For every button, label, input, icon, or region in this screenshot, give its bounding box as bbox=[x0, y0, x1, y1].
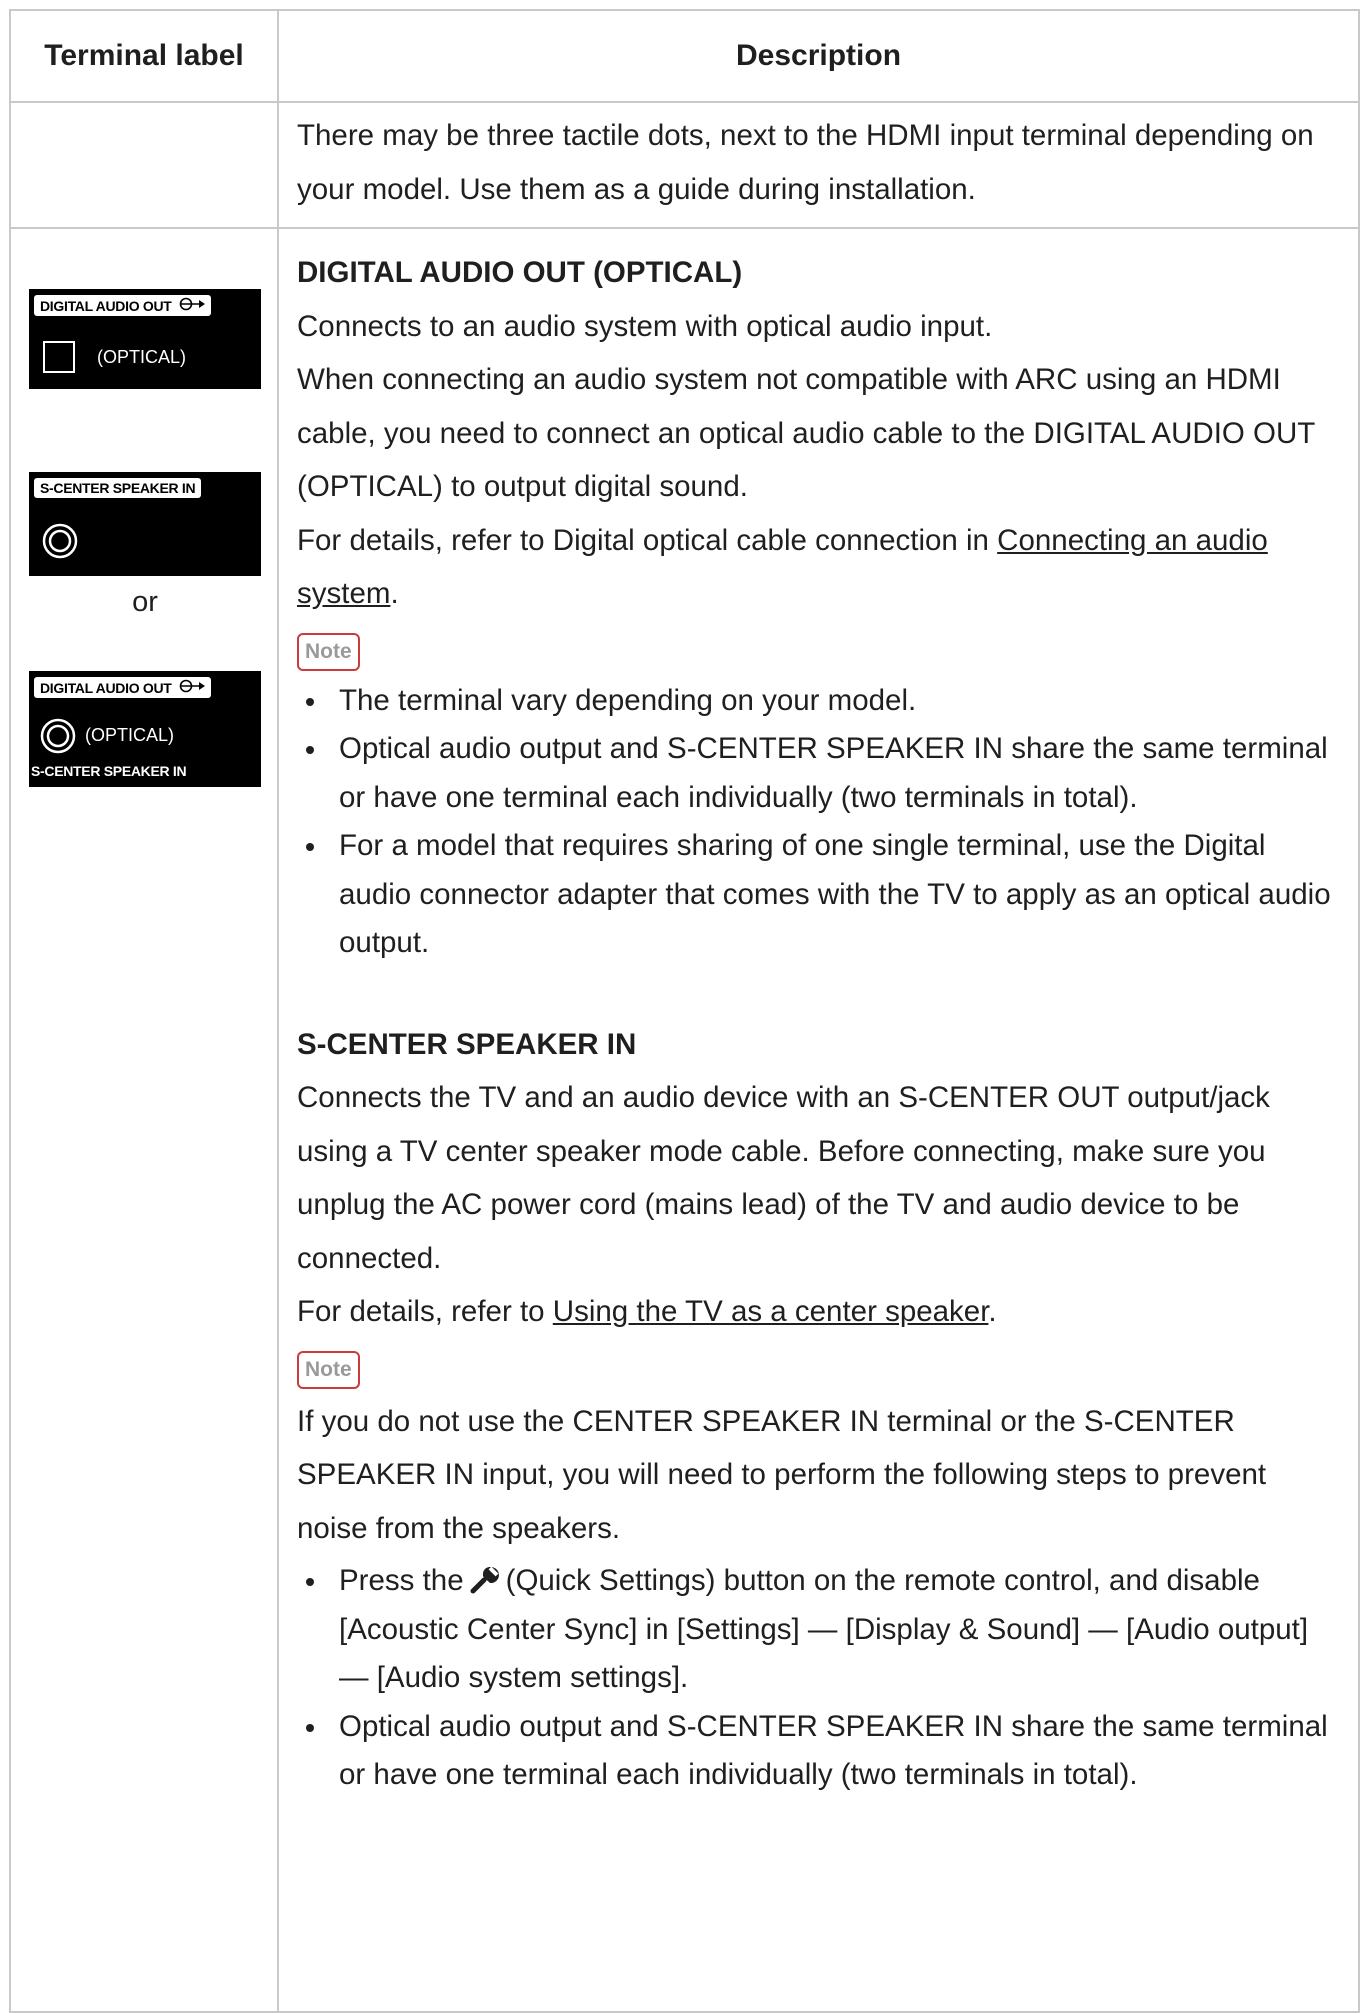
tactile-dots-text: There may be three tactile dots, next to… bbox=[297, 119, 1314, 206]
list-item: Optical audio output and S-CENTER SPEAKE… bbox=[306, 725, 1343, 822]
terminal-title: DIGITAL AUDIO OUT bbox=[34, 677, 212, 698]
note-badge: Note bbox=[297, 1350, 360, 1389]
terminal-title: S-CENTER SPEAKER IN bbox=[34, 478, 202, 498]
arrow-out-icon bbox=[179, 297, 206, 311]
wrench-icon bbox=[470, 1566, 499, 1594]
paragraph: When connecting an audio system not comp… bbox=[297, 363, 1315, 503]
ring-port-icon bbox=[40, 718, 76, 754]
terminal-label-cell bbox=[9, 101, 279, 229]
terminal-label-cell: DIGITAL AUDIO OUT (OPTICAL) S-CENTER SPE… bbox=[9, 227, 279, 2013]
center-speaker-link[interactable]: Using the TV as a center speaker bbox=[553, 1295, 989, 1328]
arrow-out-icon bbox=[179, 679, 206, 693]
s-center-speaker-in-terminal-image: S-CENTER SPEAKER IN bbox=[29, 472, 261, 576]
note-text: If you do not use the CENTER SPEAKER IN … bbox=[297, 1404, 1267, 1545]
port-caption: (OPTICAL) bbox=[97, 347, 187, 367]
list-item: For a model that requires sharing of one… bbox=[306, 822, 1343, 968]
description-cell: DIGITAL AUDIO OUT (OPTICAL) Connects to … bbox=[277, 227, 1360, 2013]
note-list: The terminal vary depending on your mode… bbox=[297, 677, 1343, 968]
column-header-terminal-label: Terminal label bbox=[9, 9, 279, 103]
port-subcaption: S-CENTER SPEAKER IN bbox=[31, 763, 187, 779]
shared-terminal-image: DIGITAL AUDIO OUT (OPTICAL) S-CENTER SPE… bbox=[29, 671, 261, 787]
column-header-description: Description bbox=[277, 9, 1360, 103]
s-center-speaker-in-heading: S-CENTER SPEAKER IN bbox=[297, 1027, 637, 1061]
port-caption: (OPTICAL) bbox=[85, 725, 175, 745]
note-badge: Note bbox=[297, 632, 360, 671]
table-header-row: Terminal label Description bbox=[9, 9, 1360, 103]
description-cell: There may be three tactile dots, next to… bbox=[277, 101, 1360, 229]
paragraph: Connects the TV and an audio device with… bbox=[297, 1081, 1270, 1275]
digital-audio-out-terminal-image: DIGITAL AUDIO OUT (OPTICAL) bbox=[29, 289, 261, 389]
digital-audio-out-heading: DIGITAL AUDIO OUT (OPTICAL) bbox=[297, 256, 743, 289]
terminal-table: Terminal label Description There may be … bbox=[9, 9, 1360, 2013]
paragraph: Connects to an audio system with optical… bbox=[297, 309, 993, 343]
table-row: There may be three tactile dots, next to… bbox=[9, 101, 1360, 229]
paragraph: For details, refer to Digital optical ca… bbox=[297, 523, 1268, 611]
list-item: The terminal vary depending on your mode… bbox=[306, 677, 1343, 726]
or-separator: or bbox=[132, 586, 158, 618]
optical-port-icon bbox=[43, 341, 75, 373]
paragraph: For details, refer to Using the TV as a … bbox=[297, 1295, 997, 1328]
ring-port-icon bbox=[42, 523, 78, 559]
list-item: Optical audio output and S-CENTER SPEAKE… bbox=[306, 1703, 1343, 1800]
description-content: DIGITAL AUDIO OUT (OPTICAL) Connects to … bbox=[280, 230, 1357, 1800]
steps-list: Press the (Quick Settings) button on the… bbox=[297, 1557, 1343, 1800]
table-row: DIGITAL AUDIO OUT (OPTICAL) S-CENTER SPE… bbox=[9, 227, 1360, 2013]
terminal-title: DIGITAL AUDIO OUT bbox=[34, 295, 212, 316]
list-item: Press the (Quick Settings) button on the… bbox=[306, 1557, 1343, 1703]
